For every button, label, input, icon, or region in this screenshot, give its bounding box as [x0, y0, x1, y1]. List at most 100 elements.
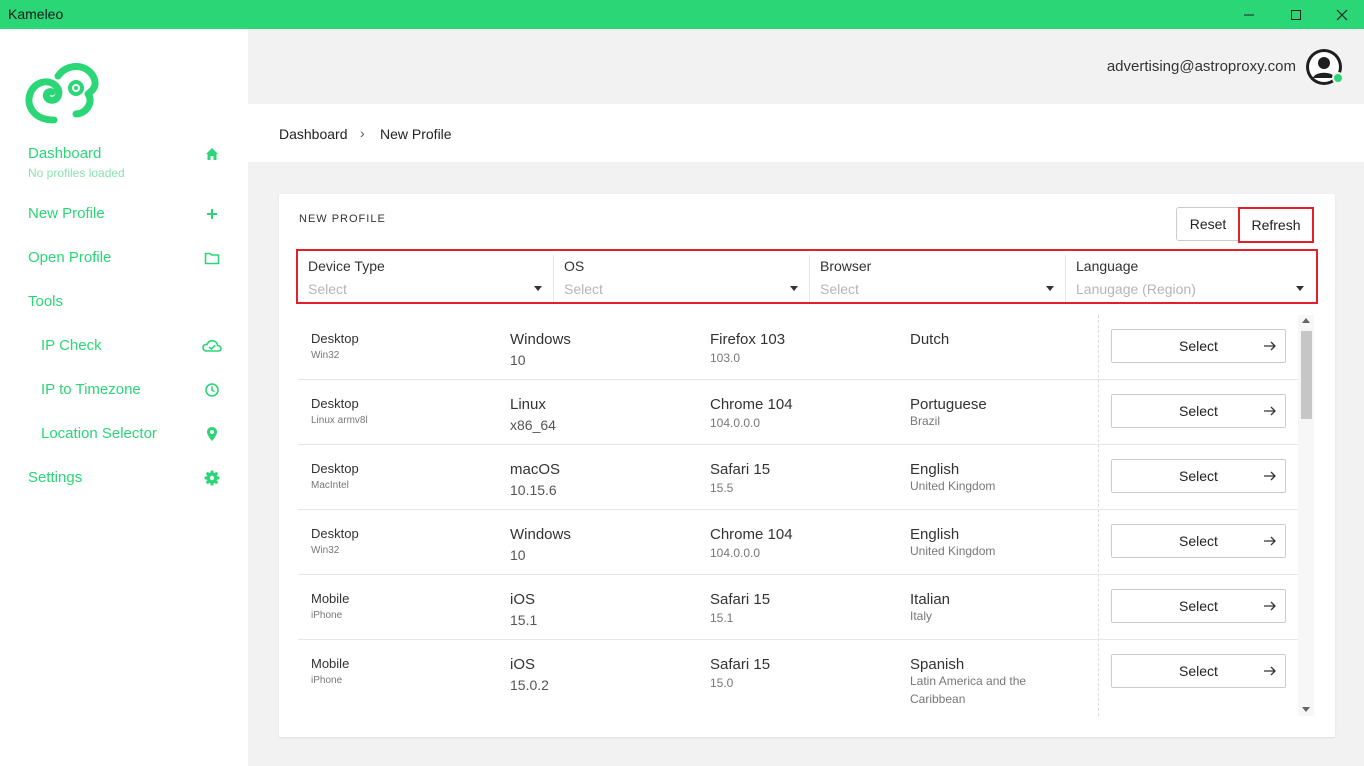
filter-value: Select: [564, 281, 603, 297]
home-icon: [206, 148, 218, 160]
caret-down-icon: [534, 286, 542, 291]
device-type: Desktop: [311, 526, 359, 541]
card-title: NEW PROFILE: [299, 213, 386, 225]
new-profile-card: NEW PROFILE Reset Refresh Device Type Se…: [279, 194, 1335, 737]
sidebar-item-dashboard[interactable]: Dashboard: [28, 142, 224, 166]
gear-icon: [204, 470, 220, 486]
region: Italy: [910, 609, 933, 623]
caret-down-icon: [790, 286, 798, 291]
table-row: Desktop Win32 Windows 10 Chrome 104 104.0.0…: [298, 510, 1298, 575]
os-version: 15.0.2: [510, 677, 549, 693]
language-select[interactable]: Language Lanugage (Region): [1066, 251, 1316, 302]
sidebar-item-ip-check[interactable]: IP Check: [41, 334, 224, 358]
select-label: Select: [1179, 403, 1218, 419]
select-profile-button[interactable]: Select: [1111, 654, 1286, 688]
caret-down-icon: [1296, 286, 1304, 291]
scroll-down-icon[interactable]: [1302, 707, 1310, 712]
select-profile-button[interactable]: Select: [1111, 394, 1286, 428]
filter-value: Select: [820, 281, 859, 297]
sidebar-item-label: Dashboard: [28, 145, 102, 162]
sidebar-item-tools[interactable]: Tools: [28, 290, 224, 314]
select-label: Select: [1179, 533, 1218, 549]
platform: MacIntel: [311, 480, 349, 491]
breadcrumb-separator: ›: [360, 125, 365, 141]
browser-name: Chrome 104: [710, 526, 793, 543]
breadcrumb-current: New Profile: [380, 126, 452, 142]
os-name: Windows: [510, 331, 571, 348]
platform: Win32: [311, 350, 340, 361]
sidebar-item-ip-to-timezone[interactable]: IP to Timezone: [41, 378, 224, 402]
language: Italian: [910, 591, 951, 608]
browser-name: Safari 15: [710, 591, 771, 608]
browser-version: 15.1: [710, 611, 734, 625]
os-name: Linux: [510, 396, 546, 413]
browser-name: Firefox 103: [710, 331, 786, 348]
refresh-button[interactable]: Refresh: [1238, 207, 1314, 243]
reset-button[interactable]: Reset: [1176, 207, 1240, 241]
sidebar-item-label: IP Check: [41, 337, 102, 354]
dashboard-status-text: No profiles loaded: [28, 166, 125, 180]
os-name: Windows: [510, 526, 571, 543]
os-select[interactable]: OS Select: [554, 251, 810, 302]
sidebar-item-location-selector[interactable]: Location Selector: [41, 422, 224, 446]
select-profile-button[interactable]: Select: [1111, 524, 1286, 558]
breadcrumb: Dashboard › New Profile: [248, 104, 1364, 162]
profile-list-scrollbar[interactable]: [1298, 315, 1314, 716]
sidebar-item-label: Location Selector: [41, 425, 157, 442]
device-type: Mobile: [311, 591, 350, 606]
online-status-dot: [1332, 72, 1344, 84]
os-name: macOS: [510, 461, 561, 478]
sidebar-item-label: Settings: [28, 469, 83, 486]
scroll-up-icon[interactable]: [1302, 318, 1310, 323]
profile-filters: Device Type Select OS Select Browser Sel…: [296, 249, 1318, 304]
minimize-button[interactable]: [1226, 0, 1272, 29]
maximize-icon: [1291, 9, 1301, 20]
sidebar-item-open-profile[interactable]: Open Profile: [28, 246, 224, 270]
os-name: iOS: [510, 656, 536, 673]
select-label: Select: [1179, 663, 1218, 679]
maximize-button[interactable]: [1273, 0, 1319, 29]
language: Dutch: [910, 331, 950, 348]
close-icon: [1336, 9, 1348, 20]
sidebar-item-label: IP to Timezone: [41, 381, 141, 398]
sidebar-item-settings[interactable]: Settings: [28, 466, 224, 490]
browser-version: 15.0: [710, 676, 734, 690]
language: English: [910, 526, 960, 543]
select-profile-button[interactable]: Select: [1111, 329, 1286, 363]
os-version: 10: [510, 352, 526, 368]
browser-select[interactable]: Browser Select: [810, 251, 1066, 302]
sidebar-item-label: Open Profile: [28, 249, 112, 266]
region: United Kingdom: [910, 544, 996, 558]
platform: iPhone: [311, 610, 343, 621]
sidebar-item-new-profile[interactable]: New Profile: [28, 202, 224, 226]
select-label: Select: [1179, 598, 1218, 614]
region: Brazil: [910, 414, 941, 428]
browser-name: Safari 15: [710, 656, 771, 673]
table-row: Mobile iPhone iOS 15.0.2 Safari 15 15.0 Spa…: [298, 640, 1298, 716]
select-profile-button[interactable]: Select: [1111, 459, 1286, 493]
arrow-right-icon: [1264, 536, 1276, 546]
region: United Kingdom: [910, 479, 996, 493]
os-name: iOS: [510, 591, 536, 608]
os-version: 10.15.6: [510, 482, 557, 498]
device-type: Desktop: [311, 331, 359, 346]
filter-label: Browser: [820, 258, 872, 274]
top-header: advertising@astroproxy.com: [248, 29, 1364, 104]
profile-list: Desktop Win32 Windows 10 Firefox 103 103.0 …: [298, 315, 1298, 716]
arrow-right-icon: [1264, 471, 1276, 481]
select-profile-button[interactable]: Select: [1111, 589, 1286, 623]
region: Latin America and the Caribbean: [910, 674, 1027, 706]
plus-icon: [207, 209, 217, 219]
arrow-right-icon: [1264, 341, 1276, 351]
filter-value: Lanugage (Region): [1076, 281, 1196, 297]
browser-version: 104.0.0.0: [710, 416, 761, 430]
title-bar: Kameleo: [0, 0, 1364, 29]
filter-label: OS: [564, 258, 585, 274]
scrollbar-thumb[interactable]: [1301, 331, 1312, 419]
platform: iPhone: [311, 675, 343, 686]
device-type-select[interactable]: Device Type Select: [298, 251, 554, 302]
device-type: Desktop: [311, 396, 359, 411]
location-pin-icon: [207, 427, 217, 441]
close-button[interactable]: [1319, 0, 1364, 29]
breadcrumb-dashboard[interactable]: Dashboard: [279, 126, 348, 142]
